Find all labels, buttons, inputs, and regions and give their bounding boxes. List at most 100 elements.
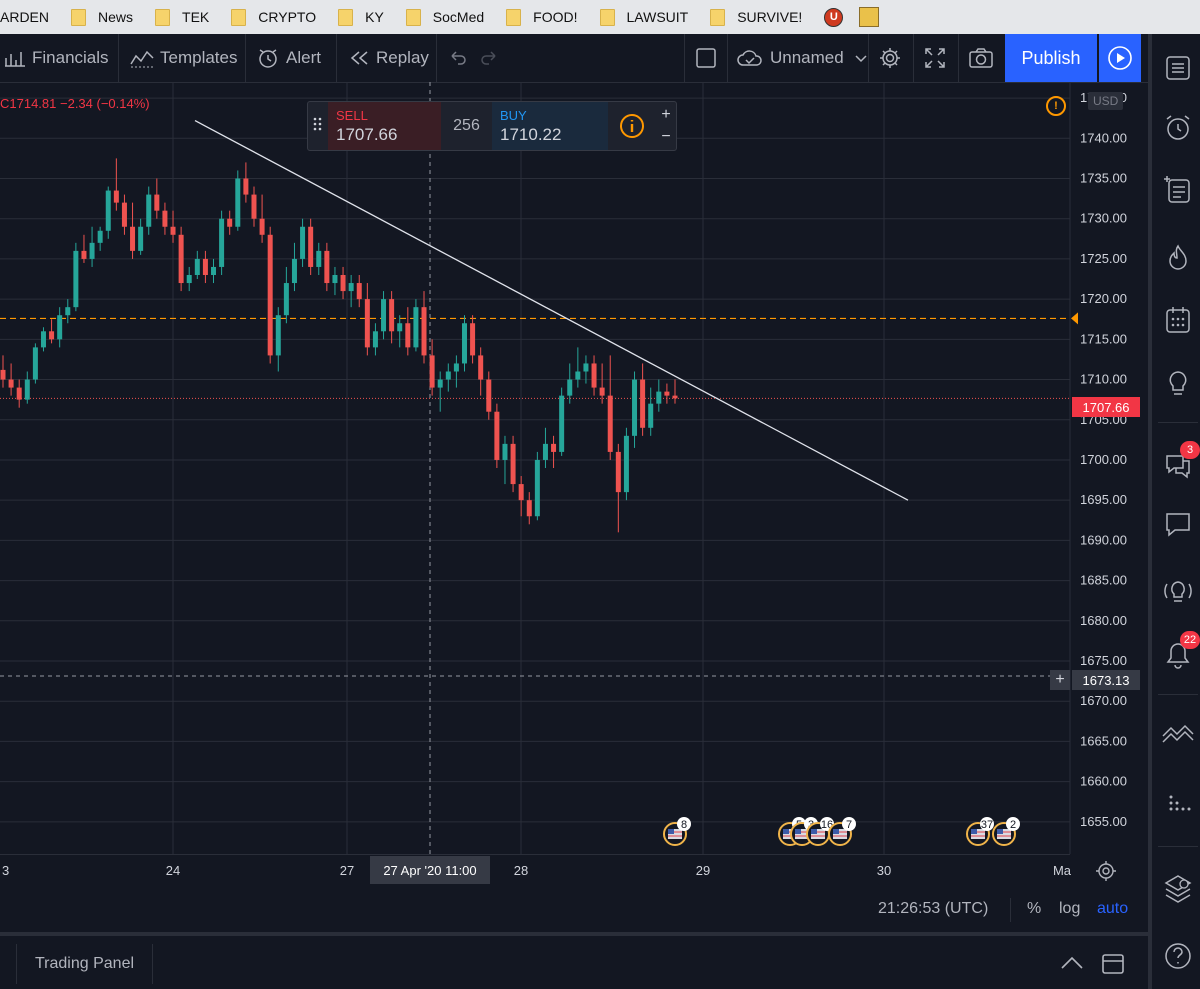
candle-body — [656, 391, 662, 404]
chat-badge: 3 — [1180, 441, 1200, 459]
dom-button[interactable] — [1160, 786, 1196, 822]
candle-body — [567, 379, 573, 396]
financials-button[interactable]: Financials — [4, 34, 109, 82]
right-sidebar: 3 22 — [1148, 34, 1200, 989]
notifications-button[interactable]: 22 — [1160, 631, 1200, 673]
event-count: 2 — [1010, 819, 1016, 831]
chevron-down-icon — [855, 55, 867, 63]
utc-clock[interactable]: 21:26:53 (UTC) — [878, 900, 988, 918]
ideas-button[interactable] — [1160, 366, 1196, 402]
folder-icon — [338, 8, 354, 26]
drag-handle-icon[interactable] — [312, 115, 324, 137]
price-chart[interactable]: 1745.001740.001735.001730.001725.001720.… — [0, 82, 1148, 854]
watchlist-button[interactable] — [1160, 50, 1196, 86]
fullscreen-toggle-button[interactable] — [695, 34, 723, 82]
bitcoin-layers-button[interactable] — [1160, 870, 1196, 906]
site-logo-icon[interactable]: U — [824, 7, 844, 27]
templates-button[interactable]: Templates — [130, 34, 237, 82]
bookmark-ky[interactable]: KY — [338, 8, 384, 26]
sidebar-separator — [1158, 422, 1198, 423]
candle-body — [356, 283, 362, 300]
bookmark-survive[interactable]: SURVIVE! — [710, 8, 802, 26]
folder-icon — [599, 8, 615, 26]
site-favicon-icon[interactable] — [859, 7, 880, 27]
maximize-panel-icon[interactable] — [1101, 953, 1125, 975]
hotlists-button[interactable] — [1160, 240, 1196, 276]
alert-button[interactable]: Alert — [256, 34, 321, 82]
buy-button[interactable]: BUY 1710.22 — [492, 102, 608, 150]
candle-body — [259, 218, 265, 235]
time-label: 24 — [165, 863, 181, 878]
add-alert-plus-icon[interactable]: + — [1050, 670, 1070, 690]
candle-body — [324, 250, 330, 284]
bookmark-socmed[interactable]: SocMed — [405, 8, 484, 26]
bookmark-tek[interactable]: TEK — [155, 8, 209, 26]
bookmark-food[interactable]: FOOD! — [506, 8, 578, 26]
event-count: 37 — [981, 819, 993, 831]
toolbar-separator — [868, 34, 869, 82]
chart-status-bar: 21:26:53 (UTC) % log auto — [0, 886, 1148, 936]
candle-body — [510, 443, 516, 485]
bookmark-lawsuit[interactable]: LAWSUIT — [599, 8, 688, 26]
expand-button[interactable] — [924, 34, 952, 82]
zigzag-chart-icon — [1162, 724, 1194, 743]
price-tick-label: 1715.00 — [1080, 331, 1127, 346]
economic-event-marker: 8 — [663, 817, 691, 846]
chats-button[interactable]: 3 — [1160, 441, 1200, 483]
folder-icon — [506, 8, 522, 26]
replay-button[interactable]: Replay — [348, 34, 429, 82]
trading-panel-tab[interactable]: Trading Panel — [16, 944, 154, 984]
candle-body — [130, 226, 136, 251]
trend-line — [194, 120, 909, 501]
streams-button[interactable] — [1160, 574, 1196, 610]
increase-quantity-button[interactable]: + — [656, 104, 676, 126]
axis-settings-gear-icon[interactable] — [1095, 860, 1117, 882]
candle-body — [275, 315, 281, 356]
candle-body — [300, 226, 306, 259]
percent-scale-toggle[interactable]: % — [1027, 900, 1041, 918]
data-window-button[interactable] — [1160, 172, 1196, 208]
candle-body — [526, 500, 532, 517]
candle-body — [599, 387, 605, 396]
snapshot-button[interactable] — [968, 34, 1000, 82]
help-button[interactable] — [1160, 938, 1196, 974]
candle-body — [389, 299, 395, 332]
info-icon[interactable] — [619, 113, 645, 139]
candle-body — [308, 226, 314, 267]
layout-name-dropdown[interactable]: Unnamed — [736, 34, 874, 82]
undo-button[interactable] — [447, 34, 473, 82]
toolbar-separator — [336, 34, 337, 82]
chevron-up-icon[interactable] — [1060, 955, 1084, 971]
warning-icon[interactable]: ! — [1046, 96, 1066, 116]
replay-play-button[interactable] — [1099, 34, 1141, 82]
data-window-icon — [1164, 176, 1190, 203]
alerts-button[interactable] — [1160, 110, 1196, 146]
sell-button[interactable]: SELL 1707.66 — [328, 102, 441, 150]
currency-label[interactable]: USD — [1088, 92, 1124, 110]
candle-body — [219, 218, 225, 267]
log-scale-toggle[interactable]: log — [1059, 900, 1080, 918]
publish-button[interactable]: Publish — [1005, 34, 1097, 82]
calendar-button[interactable] — [1160, 302, 1196, 338]
expand-icon — [925, 48, 945, 68]
bookmark-arden[interactable]: ARDEN — [0, 9, 49, 25]
decrease-quantity-button[interactable]: − — [656, 126, 676, 148]
time-label: 3 — [2, 863, 10, 878]
order-panel-button[interactable] — [1160, 718, 1196, 754]
time-label: 30 — [876, 863, 892, 878]
price-tick-label: 1700.00 — [1080, 452, 1127, 467]
candle-body — [648, 403, 654, 428]
auto-scale-toggle[interactable]: auto — [1097, 900, 1128, 918]
time-label: 27 — [339, 863, 355, 878]
settings-button[interactable] — [878, 34, 908, 82]
bookmark-crypto[interactable]: CRYPTO — [231, 8, 316, 26]
chart-toolbar: Financials Templates Alert Replay Unname… — [0, 34, 1148, 83]
public-chat-button[interactable] — [1160, 506, 1196, 542]
redo-button[interactable] — [480, 34, 506, 82]
chart-pane[interactable]: 1745.001740.001735.001730.001725.001720.… — [0, 82, 1148, 854]
time-axis[interactable]: 3 24 27 28 29 30 Ma 27 Apr '20 11:00 — [0, 854, 1071, 887]
price-tick-label: 1720.00 — [1080, 291, 1127, 306]
bookmark-news[interactable]: News — [71, 8, 133, 26]
candle-body — [316, 250, 322, 267]
candle-body — [24, 379, 30, 400]
